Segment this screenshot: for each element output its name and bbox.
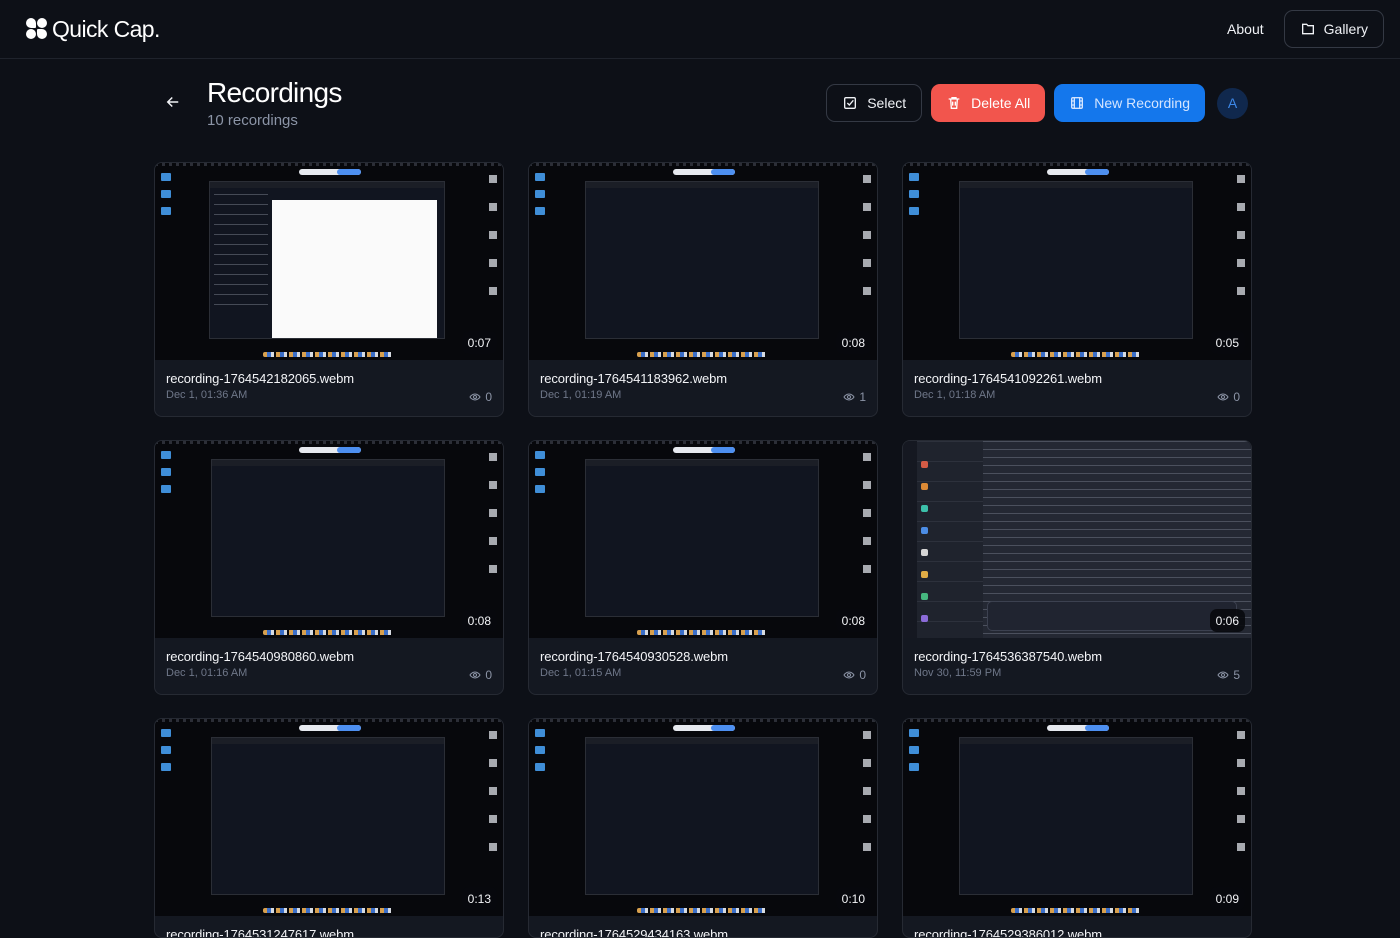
recording-thumbnail[interactable] xyxy=(529,719,877,916)
recording-filename: recording-1764541183962.webm xyxy=(540,371,728,386)
select-button[interactable]: Select xyxy=(826,84,923,122)
recording-thumbnail[interactable] xyxy=(903,719,1251,916)
recording-thumbnail[interactable] xyxy=(155,441,503,638)
arrow-left-icon xyxy=(166,96,179,108)
delete-all-label: Delete All xyxy=(971,95,1031,111)
view-count-value: 0 xyxy=(859,668,866,682)
recording-thumbnail[interactable] xyxy=(529,441,877,638)
duration-badge: 0:09 xyxy=(1209,887,1245,910)
recording-filename: recording-1764531247617.webm xyxy=(166,927,355,938)
recording-date: Dec 1, 01:16 AM xyxy=(166,667,248,679)
recording-meta: recording-1764542182065.webm Dec 1, 01:36… xyxy=(155,360,503,416)
recording-card[interactable]: 0:08 recording-1764540980860.webm Dec 1, 0… xyxy=(154,440,504,695)
recording-filename: recording-1764536387540.webm xyxy=(914,649,1103,664)
film-icon xyxy=(1071,97,1084,109)
recording-card[interactable]: 0:06 recording-1764536387540.webm Nov 30, … xyxy=(902,440,1252,695)
recording-filename: recording-1764541092261.webm xyxy=(914,371,1103,386)
gallery-label: Gallery xyxy=(1323,21,1368,37)
recording-meta: recording-1764541183962.webm Dec 1, 01:19… xyxy=(529,360,877,416)
recording-meta: recording-1764531247617.webm xyxy=(155,916,503,938)
view-count: 1 xyxy=(843,390,866,404)
delete-all-button[interactable]: Delete All xyxy=(931,84,1046,122)
recording-meta: recording-1764529434163.webm xyxy=(529,916,877,938)
recording-date: Dec 1, 01:19 AM xyxy=(540,389,622,401)
recording-filename: recording-1764529386012.webm xyxy=(914,927,1103,938)
view-count-value: 0 xyxy=(1233,390,1240,404)
eye-icon xyxy=(1217,393,1229,401)
eye-icon xyxy=(843,671,855,679)
duration-badge: 0:08 xyxy=(835,609,871,632)
view-count-value: 0 xyxy=(485,390,492,404)
gallery-button[interactable]: Gallery xyxy=(1283,10,1384,48)
view-count-value: 5 xyxy=(1233,668,1240,682)
brand[interactable]: Quick Cap. xyxy=(26,16,160,43)
page-actions: Select Delete All New Recording A xyxy=(826,84,1248,122)
recording-card[interactable]: 0:10 recording-1764529434163.webm xyxy=(528,718,878,938)
view-count: 0 xyxy=(469,668,492,682)
recording-meta: recording-1764536387540.webm Nov 30, 11:5… xyxy=(903,638,1251,694)
view-count-value: 0 xyxy=(485,668,492,682)
recording-filename: recording-1764542182065.webm xyxy=(166,371,355,386)
recording-thumbnail[interactable] xyxy=(903,163,1251,360)
recording-date: Nov 30, 11:59 PM xyxy=(914,667,1002,679)
duration-badge: 0:10 xyxy=(835,887,871,910)
about-link[interactable]: About xyxy=(1227,21,1264,37)
recording-card[interactable]: 0:05 recording-1764541092261.webm Dec 1, 0… xyxy=(902,162,1252,417)
page-header: Recordings 10 recordings Select Delete A… xyxy=(155,74,1250,134)
recording-thumbnail[interactable] xyxy=(155,163,503,360)
view-count: 0 xyxy=(843,668,866,682)
duration-badge: 0:07 xyxy=(461,331,497,354)
duration-badge: 0:13 xyxy=(461,887,497,910)
new-recording-button[interactable]: New Recording xyxy=(1054,84,1205,122)
recording-filename: recording-1764540980860.webm xyxy=(166,649,355,664)
nav-links: About Gallery xyxy=(1227,10,1384,48)
recording-date: Dec 1, 01:15 AM xyxy=(540,667,622,679)
recording-meta: recording-1764529386012.webm xyxy=(903,916,1251,938)
recording-card[interactable]: 0:09 recording-1764529386012.webm xyxy=(902,718,1252,938)
folder-icon xyxy=(1301,23,1314,35)
new-recording-label: New Recording xyxy=(1094,95,1190,111)
user-avatar[interactable]: A xyxy=(1217,87,1248,119)
recording-meta: recording-1764540980860.webm Dec 1, 01:16… xyxy=(155,638,503,694)
top-navbar: Quick Cap. About Gallery xyxy=(0,0,1400,59)
duration-badge: 0:08 xyxy=(461,609,497,632)
view-count: 5 xyxy=(1217,668,1240,682)
trash-icon xyxy=(948,97,960,109)
app-name: Quick Cap. xyxy=(52,15,160,42)
duration-badge: 0:08 xyxy=(835,331,871,354)
back-button[interactable] xyxy=(161,90,185,114)
duration-badge: 0:05 xyxy=(1209,331,1245,354)
checkbox-icon xyxy=(844,97,857,109)
recording-date: Dec 1, 01:18 AM xyxy=(914,389,996,401)
eye-icon xyxy=(1217,671,1229,679)
recording-meta: recording-1764541092261.webm Dec 1, 01:18… xyxy=(903,360,1251,416)
duration-badge: 0:06 xyxy=(1209,609,1245,632)
recording-card[interactable]: 0:07 recording-1764542182065.webm Dec 1, 0… xyxy=(154,162,504,417)
view-count: 0 xyxy=(1217,390,1240,404)
recording-thumbnail[interactable] xyxy=(155,719,503,916)
view-count: 0 xyxy=(469,390,492,404)
recording-filename: recording-1764529434163.webm xyxy=(540,927,729,938)
view-count-value: 1 xyxy=(859,390,866,404)
recording-filename: recording-1764540930528.webm xyxy=(540,649,729,664)
recording-date: Dec 1, 01:36 AM xyxy=(166,389,248,401)
recording-card[interactable]: 0:08 recording-1764541183962.webm Dec 1, 0… xyxy=(528,162,878,417)
recordings-count: 10 recordings xyxy=(207,112,298,129)
recording-thumbnail[interactable] xyxy=(529,163,877,360)
eye-icon xyxy=(843,393,855,401)
eye-icon xyxy=(469,393,481,401)
recording-meta: recording-1764540930528.webm Dec 1, 01:15… xyxy=(529,638,877,694)
select-label: Select xyxy=(867,95,907,111)
recording-card[interactable]: 0:13 recording-1764531247617.webm xyxy=(154,718,504,938)
quick-cap-logo-icon xyxy=(26,18,48,40)
page-title: Recordings xyxy=(207,77,342,108)
eye-icon xyxy=(469,671,481,679)
recording-thumbnail[interactable] xyxy=(903,441,1251,638)
recording-card[interactable]: 0:08 recording-1764540930528.webm Dec 1, 0… xyxy=(528,440,878,695)
